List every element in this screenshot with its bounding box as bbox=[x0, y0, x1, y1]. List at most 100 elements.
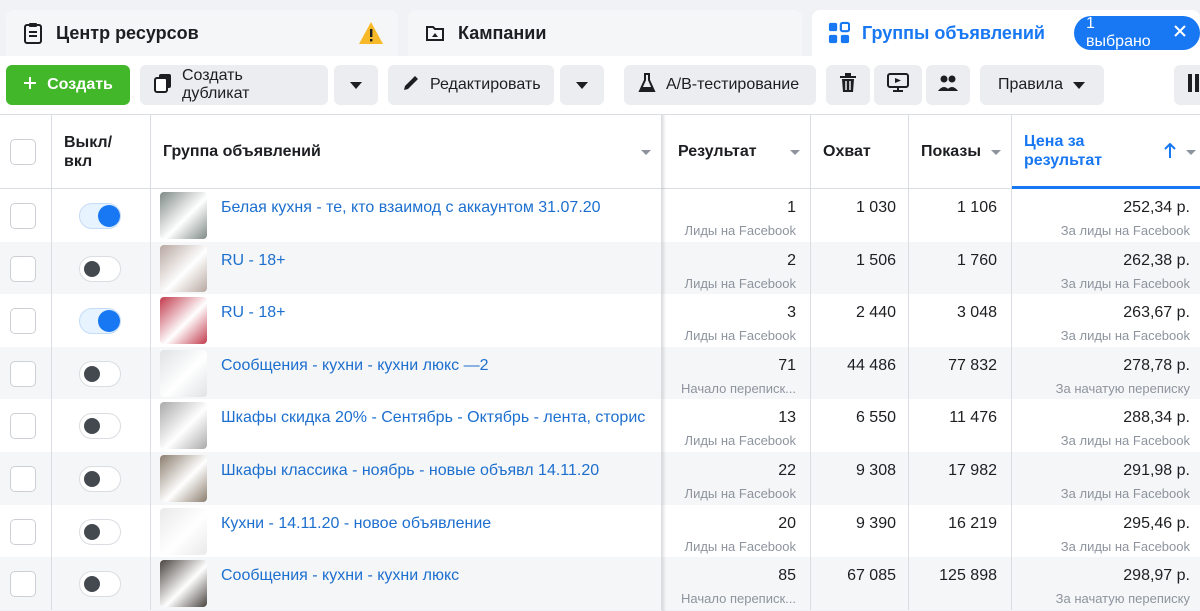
sort-icon[interactable] bbox=[1186, 150, 1196, 155]
tab-campaigns[interactable]: Кампании bbox=[408, 10, 802, 56]
columns-button[interactable] bbox=[1174, 65, 1200, 105]
cost-value: 298,97 р. bbox=[1123, 567, 1190, 585]
sort-icon[interactable] bbox=[641, 150, 651, 155]
ad-set-name-link[interactable]: RU - 18+ bbox=[221, 252, 285, 270]
row-checkbox[interactable] bbox=[10, 571, 36, 598]
impressions-value: 11 476 bbox=[949, 409, 997, 427]
delivery-toggle[interactable] bbox=[79, 413, 121, 440]
header-select-cell bbox=[0, 115, 52, 189]
tab-label: Кампании bbox=[458, 22, 547, 43]
selection-badge[interactable]: 1 выбрано bbox=[1074, 15, 1200, 50]
result-value: 20 bbox=[778, 514, 796, 532]
preview-button[interactable] bbox=[874, 65, 922, 105]
impressions-cell: 1 106 bbox=[909, 189, 1012, 242]
header-label: Результат bbox=[678, 143, 757, 160]
select-all-checkbox[interactable] bbox=[10, 139, 36, 165]
ab-test-label: A/B-тестирование bbox=[666, 76, 800, 93]
close-icon[interactable] bbox=[1174, 24, 1186, 42]
ad-set-name-link[interactable]: Шкафы скидка 20% - Сентябрь - Октябрь - … bbox=[221, 409, 645, 427]
table-row[interactable]: Сообщения - кухни - кухни люкс 85 Начало… bbox=[0, 557, 1200, 610]
columns-icon bbox=[1188, 73, 1200, 97]
edit-dropdown[interactable] bbox=[560, 65, 604, 105]
ad-set-name-link[interactable]: Кухни - 14.11.20 - новое объявление bbox=[221, 515, 491, 533]
delivery-toggle[interactable] bbox=[79, 203, 121, 229]
delivery-toggle[interactable] bbox=[79, 360, 121, 387]
row-checkbox[interactable] bbox=[10, 413, 36, 440]
table-row[interactable]: RU - 18+ 2 Лиды на Facebook 1 506 1 760 … bbox=[0, 241, 1200, 295]
header-label: Группа объявлений bbox=[163, 143, 321, 160]
header-result[interactable]: Результат bbox=[666, 115, 811, 189]
delivery-toggle[interactable] bbox=[79, 571, 121, 598]
tab-ad-sets[interactable]: Группы объявлений 1 выбрано bbox=[812, 10, 1200, 56]
table-row[interactable]: Шкафы классика - ноябрь - новые объявл 1… bbox=[0, 452, 1200, 505]
reach-cell: 44 486 bbox=[811, 346, 909, 400]
table-row[interactable]: Белая кухня - те, кто взаимод с аккаунто… bbox=[0, 189, 1200, 242]
trash-icon bbox=[839, 72, 857, 98]
ad-set-name-link[interactable]: Белая кухня - те, кто взаимод с аккаунто… bbox=[221, 199, 601, 217]
table-row[interactable]: RU - 18+ 3 Лиды на Facebook 2 440 3 048 … bbox=[0, 294, 1200, 347]
delivery-toggle[interactable] bbox=[79, 466, 121, 492]
ad-set-name-link[interactable]: RU - 18+ bbox=[221, 304, 285, 322]
header-cost-per-result[interactable]: Цена за результат bbox=[1012, 115, 1200, 189]
delivery-toggle[interactable] bbox=[79, 255, 121, 282]
rules-button[interactable]: Правила bbox=[980, 65, 1104, 105]
table-row[interactable]: Шкафы скидка 20% - Сентябрь - Октябрь - … bbox=[0, 399, 1200, 452]
delete-button[interactable] bbox=[826, 65, 870, 105]
cost-type: За начатую переписку bbox=[1055, 380, 1190, 396]
result-value: 85 bbox=[778, 567, 796, 585]
cost-cell: 262,38 р. За лиды на Facebook bbox=[1012, 242, 1200, 295]
warning-icon[interactable] bbox=[358, 21, 384, 50]
edit-button[interactable]: Редактировать bbox=[388, 65, 554, 105]
toggle-knob bbox=[84, 576, 100, 593]
result-cell: 71 Начало переписк... bbox=[666, 346, 811, 400]
duplicate-dropdown[interactable] bbox=[334, 65, 378, 105]
cost-cell: 252,34 р. За лиды на Facebook bbox=[1012, 189, 1200, 242]
header-reach[interactable]: Охват bbox=[811, 115, 909, 189]
header-ad-set-name[interactable]: Группа объявлений bbox=[151, 115, 662, 189]
cost-value: 278,78 р. bbox=[1123, 356, 1190, 374]
reach-value: 9 390 bbox=[855, 514, 896, 532]
ad-thumbnail[interactable] bbox=[160, 507, 207, 555]
toggle-knob bbox=[84, 523, 100, 540]
result-type: Начало переписк... bbox=[681, 591, 796, 607]
impressions-cell: 16 219 bbox=[909, 504, 1012, 558]
duplicate-button[interactable]: Создать дубликат bbox=[140, 65, 328, 105]
delivery-toggle[interactable] bbox=[79, 308, 121, 335]
create-button[interactable]: Создать bbox=[6, 65, 130, 105]
tab-resource-center[interactable]: Центр ресурсов bbox=[6, 10, 398, 56]
ab-test-button[interactable]: A/B-тестирование bbox=[624, 65, 816, 105]
select-cell bbox=[0, 241, 52, 295]
ad-thumbnail[interactable] bbox=[160, 349, 207, 397]
ad-set-name-link[interactable]: Сообщения - кухни - кухни люкс bbox=[221, 567, 459, 585]
sort-icon[interactable] bbox=[991, 150, 1001, 155]
audience-button[interactable] bbox=[926, 65, 970, 105]
toggle-cell bbox=[52, 294, 151, 347]
cost-type: За начатую переписку bbox=[1055, 591, 1190, 607]
row-checkbox[interactable] bbox=[10, 518, 36, 545]
frozen-column-divider bbox=[662, 115, 666, 611]
header-toggle[interactable]: Выкл/ вкл bbox=[52, 115, 151, 189]
table-row[interactable]: Кухни - 14.11.20 - новое объявление 20 Л… bbox=[0, 504, 1200, 558]
header-impressions[interactable]: Показы bbox=[909, 115, 1012, 189]
ad-set-name-link[interactable]: Шкафы классика - ноябрь - новые объявл 1… bbox=[221, 462, 599, 480]
ad-thumbnail[interactable] bbox=[160, 560, 207, 608]
impressions-cell: 3 048 bbox=[909, 294, 1012, 347]
ad-set-name-link[interactable]: Сообщения - кухни - кухни люкс —2 bbox=[221, 357, 488, 375]
row-checkbox[interactable] bbox=[10, 255, 36, 282]
table-row[interactable]: Сообщения - кухни - кухни люкс —2 71 Нач… bbox=[0, 346, 1200, 400]
ad-thumbnail[interactable] bbox=[160, 244, 207, 292]
row-checkbox[interactable] bbox=[10, 308, 36, 335]
chevron-down-icon bbox=[350, 81, 362, 89]
delivery-toggle[interactable] bbox=[79, 518, 121, 545]
row-checkbox[interactable] bbox=[10, 203, 36, 229]
cost-type: За лиды на Facebook bbox=[1060, 486, 1190, 501]
ad-thumbnail[interactable] bbox=[160, 192, 207, 239]
cost-cell: 263,67 р. За лиды на Facebook bbox=[1012, 294, 1200, 347]
ad-thumbnail[interactable] bbox=[160, 402, 207, 450]
ad-thumbnail[interactable] bbox=[160, 297, 207, 345]
ad-thumbnail[interactable] bbox=[160, 455, 207, 502]
row-checkbox[interactable] bbox=[10, 360, 36, 387]
toolbar: Создать Создать дубликат Редактировать A… bbox=[0, 56, 1200, 114]
row-checkbox[interactable] bbox=[10, 466, 36, 492]
sort-icon[interactable] bbox=[790, 150, 800, 155]
